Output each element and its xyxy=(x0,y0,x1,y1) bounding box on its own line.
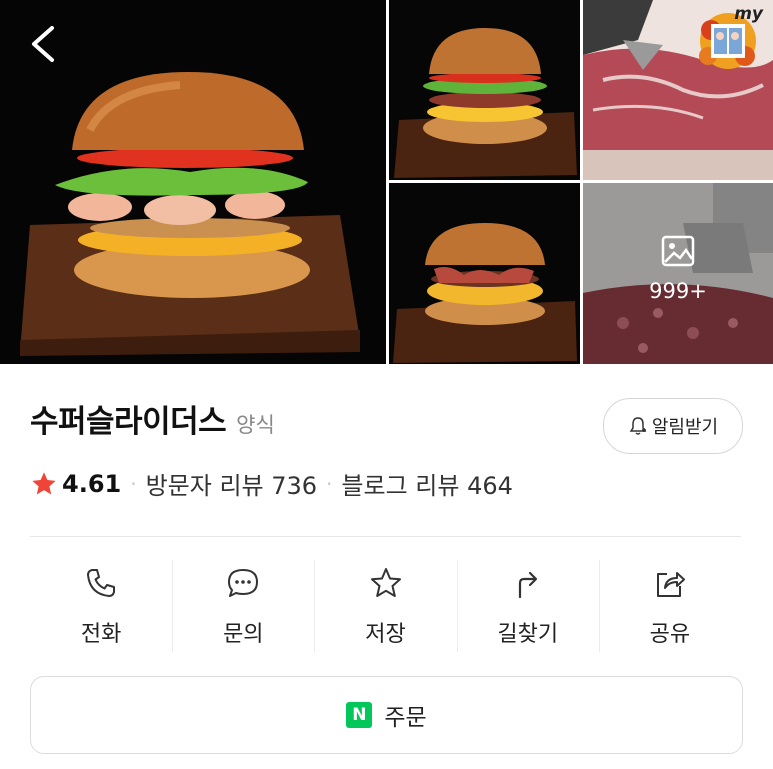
chevron-left-icon xyxy=(32,26,54,62)
share-label: 공유 xyxy=(649,622,691,647)
place-category: 양식 xyxy=(236,413,275,437)
naver-n-icon: N xyxy=(346,702,373,728)
save-label: 저장 xyxy=(365,622,406,647)
blog-reviews-link[interactable]: 블로그 리뷰 464 xyxy=(341,466,512,501)
place-title-row: 수퍼슬라이더스 양식 xyxy=(30,396,275,441)
star-filled-icon xyxy=(32,471,56,494)
rating-value: 4.61 xyxy=(62,469,122,498)
more-photos-overlay: 999+ xyxy=(583,183,773,364)
divider xyxy=(30,536,741,537)
notification-label: 알림받기 xyxy=(651,417,719,438)
star-outline-icon xyxy=(370,568,401,597)
directions-label: 길찾기 xyxy=(497,622,559,647)
photo-gallery: my 999+ xyxy=(0,0,773,364)
photo-raw-beef[interactable]: my xyxy=(583,0,773,180)
order-label: 주문 xyxy=(384,705,427,731)
my-badge-text: my xyxy=(734,4,763,24)
main-photo-shrimp-burger[interactable] xyxy=(0,0,386,364)
my-profile-badge[interactable]: my xyxy=(693,4,763,72)
call-label: 전화 xyxy=(80,622,122,647)
call-button[interactable]: 전화 xyxy=(30,560,172,654)
separator-dot: · xyxy=(326,471,333,496)
directions-button[interactable]: 길찾기 xyxy=(456,560,599,654)
bell-plus-icon xyxy=(629,417,647,435)
save-button[interactable]: 저장 xyxy=(314,560,456,654)
place-name: 수퍼슬라이더스 xyxy=(30,404,227,440)
separator-dot: · xyxy=(130,471,137,496)
order-button[interactable]: N 주문 xyxy=(30,676,743,754)
image-icon xyxy=(661,235,695,267)
visitor-reviews-link[interactable]: 방문자 리뷰 736 xyxy=(146,466,317,501)
notification-button[interactable]: 알림받기 xyxy=(603,398,743,454)
back-button[interactable] xyxy=(22,22,66,66)
rating-row: 4.61 · 방문자 리뷰 736 · 블로그 리뷰 464 xyxy=(30,466,513,501)
share-button[interactable]: 공유 xyxy=(598,560,741,654)
chat-icon xyxy=(228,569,259,597)
directions-icon xyxy=(518,571,537,599)
phone-icon xyxy=(87,569,116,597)
more-photos-count: 999+ xyxy=(649,279,707,303)
burger-image xyxy=(389,183,580,364)
action-bar: 전화 문의 저장 길찾기 공유 xyxy=(30,560,741,654)
inquiry-label: 문의 xyxy=(223,622,264,647)
burger-image xyxy=(389,0,580,180)
more-photos-box: 999+ xyxy=(583,233,773,303)
photo-bacon-cheese-burger[interactable] xyxy=(389,0,580,180)
photo-bacon-double-burger[interactable] xyxy=(389,183,580,364)
inquiry-button[interactable]: 문의 xyxy=(172,560,314,654)
share-icon xyxy=(656,572,685,597)
photo-more[interactable]: 999+ xyxy=(583,183,773,364)
